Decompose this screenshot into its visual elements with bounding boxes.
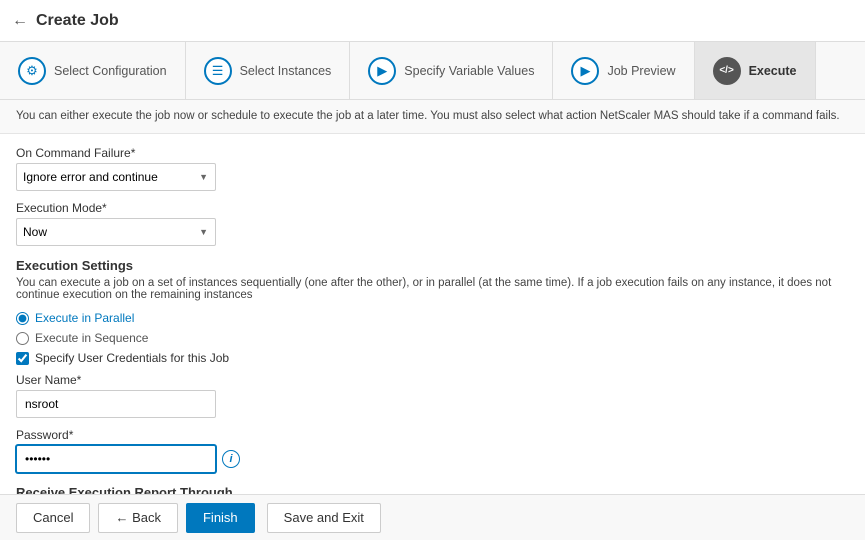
tab-select-configuration[interactable]: ⚙ Select Configuration — [0, 42, 186, 99]
password-row: i — [16, 445, 849, 473]
specify-credentials-checkbox[interactable] — [16, 352, 29, 365]
username-group: User Name* — [16, 373, 849, 418]
execute-parallel-radio[interactable] — [16, 312, 29, 325]
password-label: Password* — [16, 428, 849, 442]
receive-report-title: Receive Execution Report Through — [16, 485, 849, 494]
username-label: User Name* — [16, 373, 849, 387]
wizard-tabs: ⚙ Select Configuration ☰ Select Instance… — [0, 42, 865, 100]
back-button[interactable]: ← Back — [98, 503, 178, 533]
execute-sequence-radio[interactable] — [16, 332, 29, 345]
preview-icon: ▶ — [571, 57, 599, 85]
execute-sequence-group: Execute in Sequence — [16, 331, 849, 345]
tab-label-instances: Select Instances — [240, 64, 332, 78]
save-exit-button[interactable]: Save and Exit — [267, 503, 381, 533]
execution-mode-label: Execution Mode* — [16, 201, 849, 215]
content-area: You can either execute the job now or sc… — [0, 100, 865, 494]
password-info-icon[interactable]: i — [222, 450, 240, 468]
tab-label-preview: Job Preview — [607, 64, 675, 78]
execution-mode-select-wrapper: Now Schedule — [16, 218, 216, 246]
tab-select-instances[interactable]: ☰ Select Instances — [186, 42, 351, 99]
execute-parallel-label: Execute in Parallel — [35, 311, 134, 325]
tab-label-execute: Execute — [749, 64, 797, 78]
info-bar: You can either execute the job now or sc… — [0, 100, 865, 134]
footer: Cancel ← Back Finish Save and Exit — [0, 494, 865, 540]
tab-label-configuration: Select Configuration — [54, 64, 167, 78]
finish-button[interactable]: Finish — [186, 503, 255, 533]
execution-settings-desc: You can execute a job on a set of instan… — [16, 277, 849, 301]
execute-sequence-label: Execute in Sequence — [35, 331, 148, 345]
cancel-button[interactable]: Cancel — [16, 503, 90, 533]
specify-credentials-label: Specify User Credentials for this Job — [35, 351, 229, 365]
tab-execute[interactable]: </> Execute — [695, 42, 816, 99]
on-command-failure-group: On Command Failure* Ignore error and con… — [16, 146, 849, 191]
on-command-failure-select[interactable]: Ignore error and continue Stop execution… — [16, 163, 216, 191]
username-input[interactable] — [16, 390, 216, 418]
tab-job-preview[interactable]: ▶ Job Preview — [553, 42, 694, 99]
instances-icon: ☰ — [204, 57, 232, 85]
execution-settings-title: Execution Settings — [16, 258, 849, 273]
gear-icon: ⚙ — [18, 57, 46, 85]
specify-credentials-group: Specify User Credentials for this Job — [16, 351, 849, 365]
execution-mode-group: Execution Mode* Now Schedule — [16, 201, 849, 246]
on-command-failure-label: On Command Failure* — [16, 146, 849, 160]
back-arrow-icon[interactable]: ← — [12, 12, 28, 30]
tab-specify-variable-values[interactable]: ▶ Specify Variable Values — [350, 42, 553, 99]
execute-parallel-group: Execute in Parallel — [16, 311, 849, 325]
password-input[interactable] — [16, 445, 216, 473]
form-section: On Command Failure* Ignore error and con… — [0, 134, 865, 494]
password-group: Password* i — [16, 428, 849, 473]
execution-mode-select[interactable]: Now Schedule — [16, 218, 216, 246]
on-command-failure-select-wrapper: Ignore error and continue Stop execution… — [16, 163, 216, 191]
variable-icon: ▶ — [368, 57, 396, 85]
execute-icon: </> — [713, 57, 741, 85]
tab-label-variable: Specify Variable Values — [404, 64, 534, 78]
page-title: Create Job — [36, 12, 119, 30]
